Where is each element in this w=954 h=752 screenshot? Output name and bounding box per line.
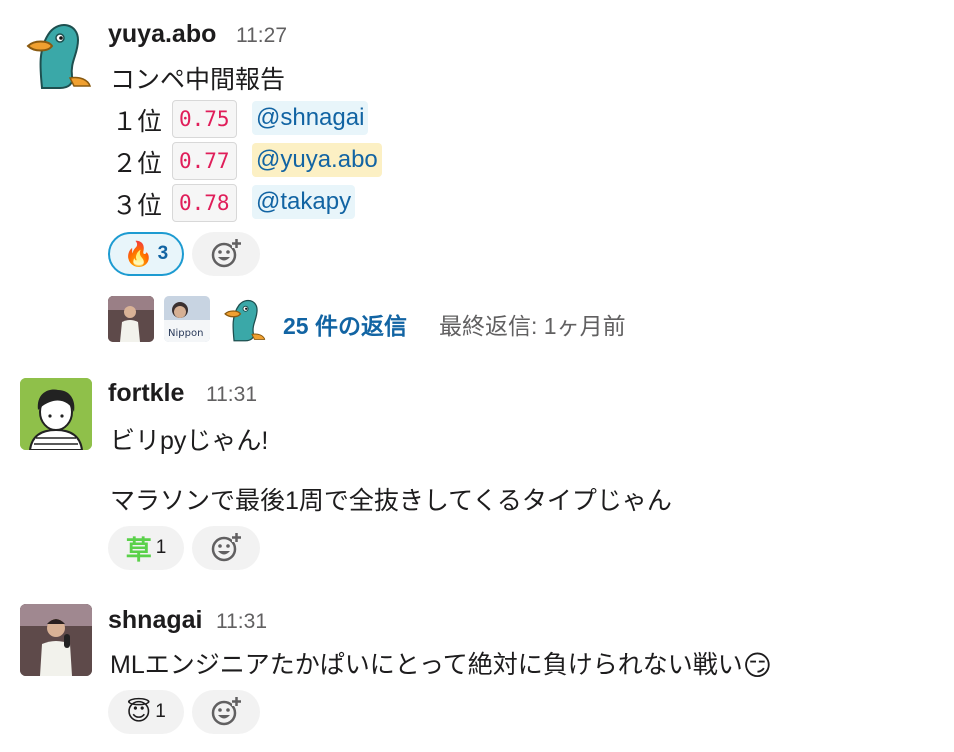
person-photo-icon: [20, 604, 92, 676]
thread-participant-avatar: [220, 296, 266, 342]
add-reaction-button[interactable]: [192, 526, 260, 570]
add-emoji-icon: [211, 239, 241, 268]
avatar-yuya-abo[interactable]: [20, 18, 92, 90]
user-mention[interactable]: @takapy: [252, 185, 356, 219]
inline-code: 0.75: [172, 100, 237, 138]
platypus-avatar-icon: [224, 299, 266, 342]
rank-label: ２位: [112, 150, 163, 178]
reaction-count: 1: [155, 701, 166, 722]
person-photo-icon: [108, 296, 154, 342]
reaction-count: 1: [155, 537, 167, 558]
rank-label: ３位: [112, 192, 163, 220]
message-body: MLエンジニアたかぱいにとって絶対に負けられない戦い: [110, 651, 743, 679]
username[interactable]: fortkle: [108, 379, 184, 408]
inline-code: 0.78: [172, 184, 237, 222]
smirk-emoji-icon: 😏: [742, 650, 772, 681]
rank-label: １位: [112, 108, 163, 136]
cartoon-person-icon: [20, 378, 92, 450]
inline-code: 0.77: [172, 142, 237, 180]
add-reaction-button[interactable]: [192, 690, 260, 734]
timestamp[interactable]: 11:31: [206, 383, 257, 407]
message-text: コンペ中間報告: [110, 66, 286, 94]
person-photo-icon: Nippon: [164, 296, 210, 342]
timestamp[interactable]: 11:31: [216, 610, 267, 634]
username[interactable]: yuya.abo: [108, 20, 216, 49]
thread-participant-avatar: [108, 296, 154, 342]
innocent-emoji-icon: 😇: [126, 698, 152, 726]
fire-emoji-icon: 🔥: [123, 240, 154, 268]
user-mention[interactable]: @shnagai: [252, 101, 369, 135]
message-text: マラソンで最後1周で全抜きしてくるタイプじゃん: [110, 487, 672, 515]
message-text: ビリpyじゃん!: [110, 427, 269, 455]
reaction-fire[interactable]: 🔥 3: [108, 232, 184, 276]
reaction-count: 3: [157, 243, 169, 264]
add-reaction-button[interactable]: [192, 232, 260, 276]
self-mention[interactable]: @yuya.abo: [252, 143, 382, 177]
add-emoji-icon: [211, 697, 241, 726]
add-emoji-icon: [211, 533, 241, 562]
reaction-innocent[interactable]: 😇 1: [108, 690, 184, 734]
kusa-emoji-icon: 草: [125, 534, 152, 565]
thread-participant-avatar: Nippon: [164, 296, 210, 342]
thread-replies-link[interactable]: 25 件の返信: [283, 307, 407, 341]
message-text: MLエンジニアたかぱいにとって絶対に負けられない戦い😏: [110, 645, 772, 682]
username[interactable]: shnagai: [108, 606, 202, 635]
svg-text:Nippon: Nippon: [168, 328, 203, 339]
avatar-shnagai[interactable]: [20, 604, 92, 676]
reaction-kusa[interactable]: 草 1: [108, 526, 184, 570]
thread-last-reply: 最終返信: 1ヶ月前: [439, 313, 626, 339]
avatar-fortkle[interactable]: [20, 378, 92, 450]
timestamp[interactable]: 11:27: [236, 24, 287, 48]
platypus-avatar-icon: [26, 24, 92, 89]
